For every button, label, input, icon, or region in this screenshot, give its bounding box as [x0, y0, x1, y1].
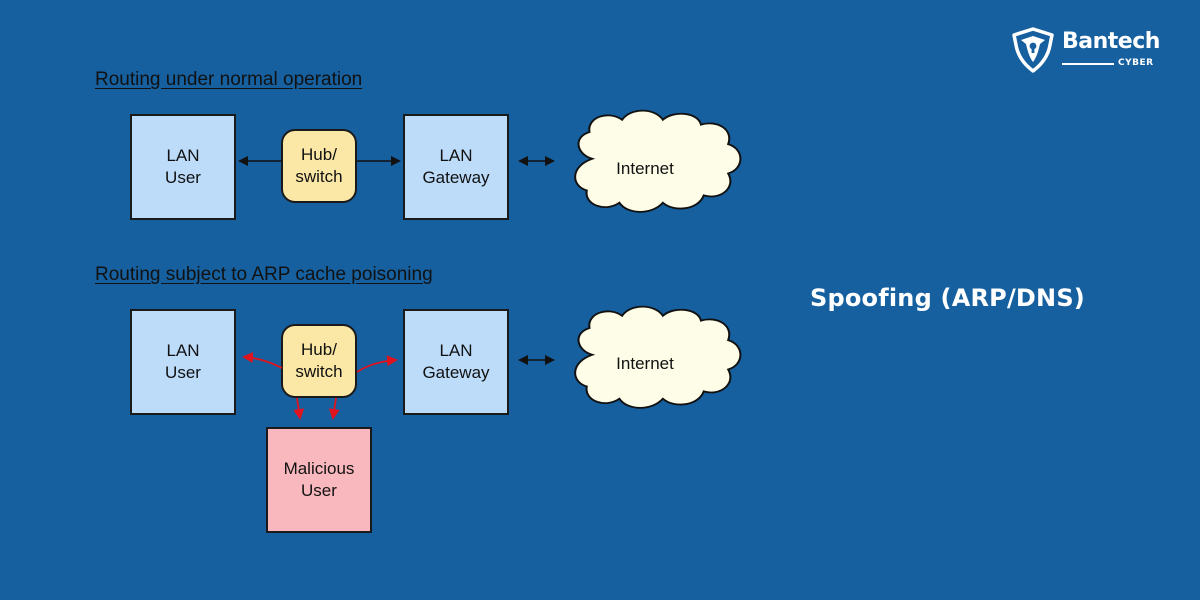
diagram-connectors [238, 109, 742, 420]
poison-arrow-to-gateway [356, 355, 398, 373]
internet-label-normal: Internet [616, 159, 674, 178]
poison-arrow-to-malicious-1 [293, 397, 305, 420]
poison-arrow-to-malicious-2 [328, 397, 340, 420]
poison-arrow-to-user [242, 352, 283, 369]
internet-label-poisoned: Internet [616, 354, 674, 373]
